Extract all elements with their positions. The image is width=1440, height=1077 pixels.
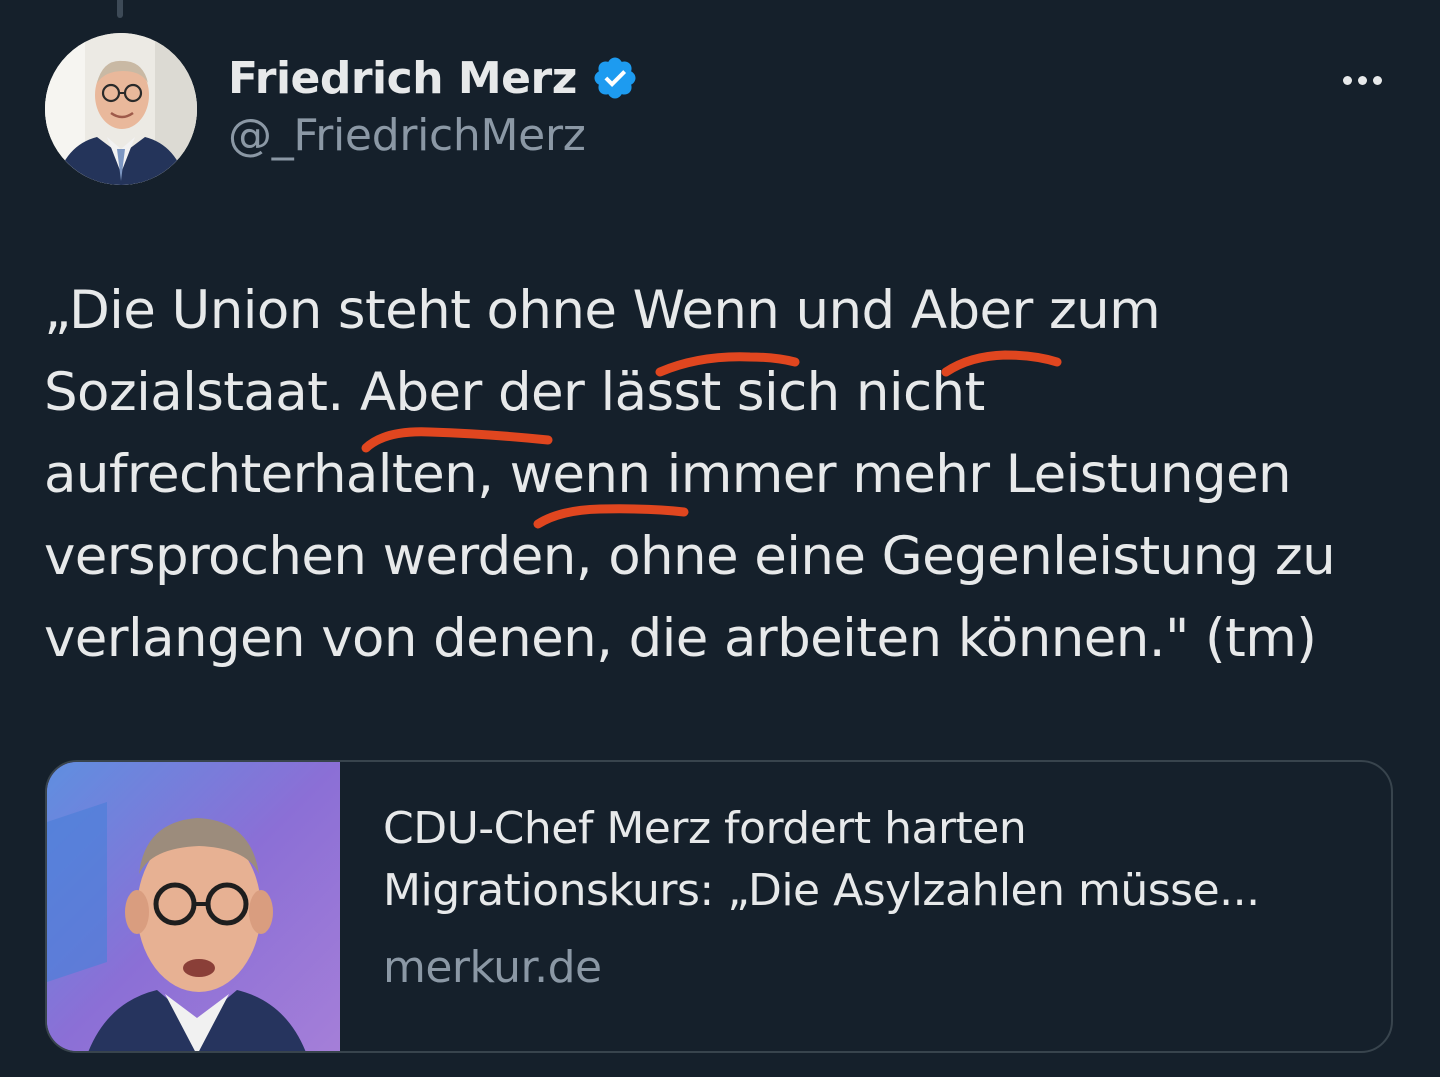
tweet-text-line: Sozialstaat. Aber der lässt sich nicht	[44, 362, 985, 423]
tweet-text-line: „Die Union steht ohne Wenn und Aber zum	[44, 280, 1161, 341]
more-horizontal-icon-dot	[1357, 75, 1367, 85]
more-horizontal-icon-dot	[1372, 75, 1382, 85]
author-display-name[interactable]: Friedrich Merz	[228, 53, 577, 104]
more-options-button[interactable]	[1330, 60, 1394, 100]
link-card-title: CDU-Chef Merz fordert harten Migrationsk…	[383, 798, 1373, 922]
author-avatar[interactable]	[45, 33, 197, 185]
link-card-domain: merkur.de	[383, 942, 602, 993]
verified-badge-icon	[594, 57, 636, 99]
tweet-text: „Die Union steht ohne Wenn und Aber zum …	[44, 270, 1424, 680]
link-card-title-line: Migrationskurs: „Die Asylzahlen müsse...	[383, 865, 1260, 916]
article-photo-icon	[47, 762, 340, 1051]
link-card-title-line: CDU-Chef Merz fordert harten	[383, 803, 1027, 854]
tweet-text-line: aufrechterhalten, wenn immer mehr Leistu…	[44, 444, 1292, 505]
thread-connector-line	[117, 0, 123, 18]
link-card-thumbnail	[47, 762, 340, 1051]
profile-photo-icon	[45, 33, 197, 185]
link-preview-card[interactable]: CDU-Chef Merz fordert harten Migrationsk…	[45, 760, 1393, 1053]
author-handle[interactable]: @_FriedrichMerz	[228, 110, 586, 161]
more-horizontal-icon-dot	[1342, 75, 1352, 85]
tweet-text-line: verlangen von denen, die arbeiten können…	[44, 608, 1317, 669]
author-name-row: Friedrich Merz	[228, 48, 639, 108]
tweet-text-line: versprochen werden, ohne eine Gegenleist…	[44, 526, 1336, 587]
